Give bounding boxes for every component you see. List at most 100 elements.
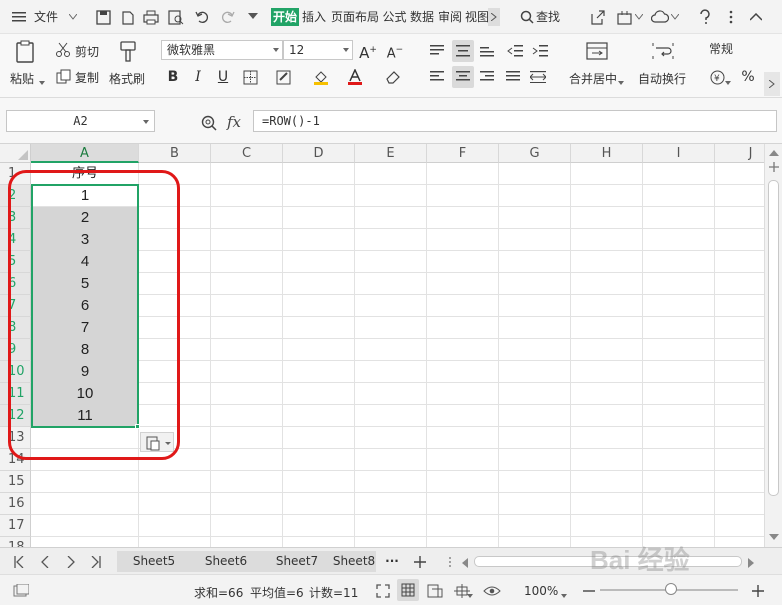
collapse-ribbon-icon[interactable] [747, 8, 765, 26]
distributed-align-icon[interactable] [529, 68, 547, 86]
more-options-icon[interactable] [722, 8, 740, 26]
borders-icon[interactable] [241, 68, 259, 86]
chevron-down-icon[interactable] [142, 119, 150, 125]
quick-access-dropdown-icon[interactable] [244, 8, 262, 26]
column-header-f[interactable]: F [427, 144, 499, 163]
print-preview-icon[interactable] [167, 8, 185, 26]
column-header-b[interactable]: B [139, 144, 211, 163]
align-right-icon[interactable] [478, 68, 496, 86]
align-bottom-icon[interactable] [478, 42, 496, 60]
sheet-tab-sheet7[interactable]: Sheet7 [262, 551, 332, 572]
chevron-down-icon[interactable] [670, 8, 680, 26]
column-header-i[interactable]: I [643, 144, 715, 163]
tab-data[interactable]: 数据 [408, 8, 436, 26]
increase-indent-icon[interactable] [531, 42, 549, 60]
merge-cells-icon[interactable] [585, 40, 609, 62]
fill-color-icon[interactable] [312, 68, 330, 86]
chevron-down-icon[interactable] [724, 74, 732, 92]
save-icon[interactable] [94, 8, 112, 26]
zoom-in-icon[interactable] [749, 582, 767, 600]
zoom-level[interactable]: 100% [524, 584, 558, 598]
scroll-up-icon[interactable] [768, 146, 780, 160]
tab-insert[interactable]: 插入 [301, 8, 327, 26]
font-size-select[interactable]: 12 [283, 40, 353, 60]
chevron-down-icon[interactable] [64, 8, 82, 26]
column-header-e[interactable]: E [355, 144, 427, 163]
cloud-sync-icon[interactable] [651, 8, 669, 26]
cut-button[interactable]: 剪切 [75, 43, 99, 60]
normal-view-icon[interactable] [397, 579, 419, 601]
format-painter-button[interactable]: 格式刷 [109, 70, 145, 87]
underline-icon[interactable]: U [213, 67, 233, 87]
macro-record-icon[interactable] [12, 582, 30, 600]
zoom-lookup-icon[interactable] [200, 114, 218, 132]
hscroll-right-icon[interactable] [746, 554, 756, 572]
align-left-icon[interactable] [428, 68, 446, 86]
chevron-down-icon[interactable] [466, 587, 474, 605]
align-top-icon[interactable] [428, 42, 446, 60]
column-header-a[interactable]: A [31, 144, 139, 163]
last-sheet-icon[interactable] [87, 553, 105, 571]
scroll-down-icon[interactable] [768, 530, 780, 544]
font-color-icon[interactable] [346, 68, 364, 86]
hamburger-menu-icon[interactable] [10, 8, 28, 26]
justify-icon[interactable] [504, 68, 522, 86]
add-sheet-icon[interactable] [411, 553, 429, 571]
fullscreen-icon[interactable] [374, 582, 392, 600]
column-header-c[interactable]: C [211, 144, 283, 163]
select-all-corner[interactable] [0, 144, 31, 163]
split-icon[interactable] [767, 160, 781, 174]
zoom-out-icon[interactable] [580, 582, 598, 600]
collaborate-icon[interactable] [616, 8, 634, 26]
decrease-font-size-icon[interactable]: A− [385, 40, 405, 61]
italic-icon[interactable]: I [188, 67, 208, 87]
number-format-select[interactable]: 常规 [704, 40, 762, 60]
column-header-g[interactable]: G [499, 144, 571, 163]
undo-icon[interactable] [193, 8, 211, 26]
tab-view[interactable]: 视图 [464, 8, 490, 26]
name-box[interactable]: A2 [6, 110, 155, 132]
hscroll-left-icon[interactable] [460, 554, 470, 572]
increase-font-size-icon[interactable]: A+ [358, 40, 378, 62]
status-average[interactable]: 平均值=6 [250, 584, 304, 601]
status-sum[interactable]: 求和=66 [194, 584, 243, 601]
ribbon-scroll-right-icon[interactable] [764, 72, 780, 96]
scroll-thumb[interactable] [768, 180, 779, 496]
paste-icon[interactable] [14, 40, 38, 64]
decrease-indent-icon[interactable] [506, 42, 524, 60]
insert-function-button[interactable]: fx [227, 113, 241, 131]
eye-protection-icon[interactable] [483, 582, 501, 600]
format-painter-icon[interactable] [117, 40, 139, 64]
status-count[interactable]: 计数=11 [309, 584, 358, 601]
wrap-text-button[interactable]: 自动换行 [638, 70, 686, 87]
chevron-down-icon[interactable] [560, 587, 568, 605]
copy-button[interactable]: 复制 [75, 69, 99, 86]
spreadsheet-grid[interactable]: ABCDEFGHIJ 123456789101112131415161718 序… [0, 144, 764, 547]
bold-icon[interactable]: B [163, 67, 183, 87]
chevron-down-icon[interactable] [617, 74, 625, 92]
more-sheets-button[interactable]: ··· [380, 551, 404, 572]
next-sheet-icon[interactable] [62, 553, 80, 571]
align-center-icon[interactable] [452, 66, 474, 88]
sheet-bar-resize-icon[interactable] [446, 553, 454, 571]
sheet-tab-sheet8[interactable]: Sheet8 [332, 551, 376, 572]
column-header-j[interactable]: J [715, 144, 764, 163]
fill-pattern-icon[interactable] [275, 68, 293, 86]
vertical-scrollbar[interactable] [764, 144, 782, 547]
tab-home[interactable]: 开始 [271, 8, 299, 26]
column-header-h[interactable]: H [571, 144, 643, 163]
font-name-select[interactable]: 微软雅黑 [161, 40, 283, 60]
percent-icon[interactable]: % [738, 67, 758, 87]
clear-format-eraser-icon[interactable] [384, 68, 402, 86]
file-menu[interactable]: 文件 [34, 8, 58, 25]
merge-center-button[interactable]: 合并居中 [569, 70, 617, 87]
paste-button[interactable]: 粘贴 [10, 70, 34, 87]
page-break-view-icon[interactable] [426, 582, 444, 600]
row-header-18[interactable]: 18 [0, 537, 31, 547]
wrap-text-icon[interactable] [651, 40, 675, 62]
share-icon[interactable] [588, 8, 606, 26]
search-label[interactable]: 查找 [536, 8, 560, 25]
formula-input[interactable]: =ROW()-1 [253, 110, 777, 132]
help-icon[interactable] [696, 8, 714, 26]
print-icon[interactable] [142, 8, 160, 26]
